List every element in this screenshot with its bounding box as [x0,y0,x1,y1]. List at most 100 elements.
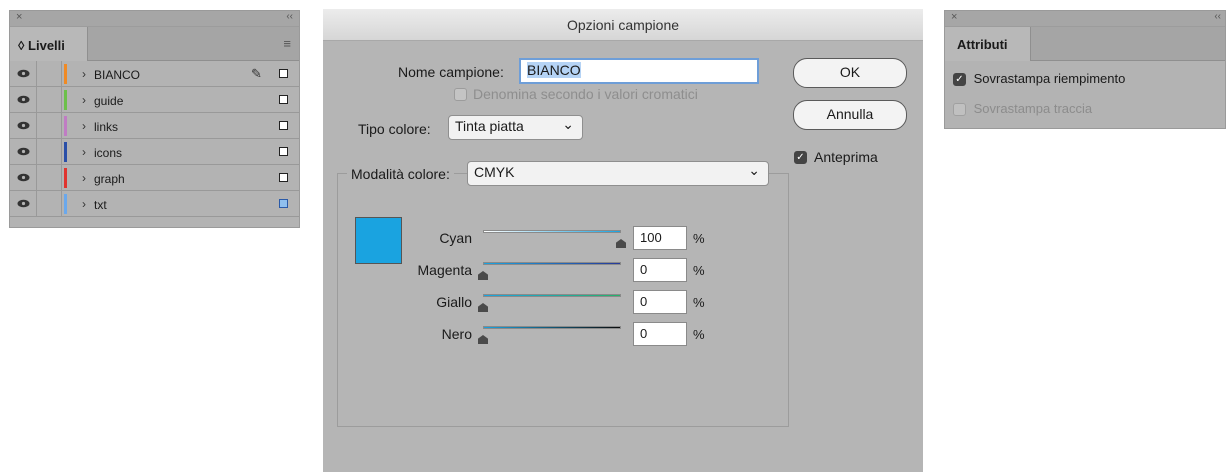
layer-row[interactable]: › guide [10,87,299,113]
expand-layer-icon[interactable]: › [82,93,86,107]
expand-layer-icon[interactable]: › [82,145,86,159]
layer-color-swatch [64,168,67,188]
slider-track[interactable] [483,230,621,233]
lock-toggle[interactable] [37,113,62,138]
preview-checkbox[interactable]: ✓ [794,149,807,167]
layer-target-square[interactable] [279,173,288,182]
slider-label: Nero [441,326,472,342]
cancel-button[interactable]: Annulla [793,100,907,130]
layers-tab-row: ◊ Livelli ≡ [10,27,299,61]
lock-toggle[interactable] [37,61,62,86]
overprint-fill-row[interactable]: ✓ Sovrastampa riempimento [953,71,1126,87]
preview-label: Anteprima [814,149,878,165]
layer-row[interactable]: › txt [10,191,299,217]
color-type-label: Tipo colore: [358,121,431,137]
pen-icon: ✎ [251,66,262,81]
percent-label: % [693,327,705,342]
color-mode-value: CMYK [474,164,515,180]
attributes-panel-titlebar: × ‹‹ [945,11,1225,27]
expand-layer-icon[interactable]: › [82,119,86,133]
eye-icon [17,95,30,104]
swatch-name-input[interactable]: BIANCO [519,58,759,84]
overprint-stroke-label: Sovrastampa traccia [973,101,1093,116]
close-icon[interactable]: × [951,11,957,23]
slider-label: Magenta [417,262,472,278]
chevron-down-icon: ⌄ [748,162,760,178]
ok-button[interactable]: OK [793,58,907,88]
eye-icon [17,147,30,156]
visibility-toggle[interactable] [10,191,37,216]
overprint-stroke-checkbox [953,103,966,117]
layer-row[interactable]: › BIANCO ✎ [10,61,299,87]
collapse-icon[interactable]: ‹‹ [286,11,293,22]
layer-target-square[interactable] [279,199,288,208]
layer-color-swatch [64,90,67,110]
percent-label: % [693,263,705,278]
expand-layer-icon[interactable]: › [82,197,86,211]
panel-menu-icon[interactable]: ≡ [283,36,291,51]
layer-name[interactable]: guide [94,94,123,108]
lock-toggle[interactable] [37,87,62,112]
swatch-name-label: Nome campione: [398,64,504,80]
lock-toggle[interactable] [37,191,62,216]
slider-track[interactable] [483,262,621,265]
close-icon[interactable]: × [16,11,22,23]
percent-label: % [693,231,705,246]
layer-name[interactable]: icons [94,146,122,160]
slider-value-field[interactable]: 0 [633,322,687,346]
slider-value-field[interactable]: 100 [633,226,687,250]
layer-target-square[interactable] [279,121,288,130]
slider-label: Cyan [439,230,472,246]
eye-icon [17,69,30,78]
visibility-toggle[interactable] [10,61,37,86]
visibility-toggle[interactable] [10,165,37,190]
layer-target-square[interactable] [279,95,288,104]
chevron-down-icon: ⌄ [562,116,574,132]
dialog-title: Opzioni campione [323,9,923,41]
layer-color-swatch [64,64,67,84]
color-mode-select[interactable]: CMYK ⌄ [467,161,769,186]
expand-layer-icon[interactable]: › [82,171,86,185]
layer-list: › BIANCO ✎ › guide › links › icons › graph › txt [10,61,299,217]
layer-color-swatch [64,116,67,136]
slider-label: Giallo [436,294,472,310]
swatch-options-dialog: Opzioni campione Nome campione: BIANCO D… [323,9,923,472]
overprint-fill-label: Sovrastampa riempimento [973,71,1126,86]
visibility-toggle[interactable] [10,139,37,164]
layers-panel: × ‹‹ ◊ Livelli ≡ › BIANCO ✎ › guide › links › ic… [9,10,300,228]
tab-layers[interactable]: ◊ Livelli [10,27,88,61]
name-by-value-label: Denomina secondo i valori cromatici [473,86,698,102]
slider-value-field[interactable]: 0 [633,258,687,282]
layer-row[interactable]: › graph [10,165,299,191]
layer-name[interactable]: txt [94,198,107,212]
collapse-icon[interactable]: ‹‹ [1214,11,1221,22]
layers-panel-titlebar: × ‹‹ [10,11,299,27]
layer-name[interactable]: BIANCO [94,68,140,82]
swatch-name-value: BIANCO [527,62,581,78]
attributes-panel: × ‹‹ Attributi ✓ Sovrastampa riempimento… [944,10,1226,129]
percent-label: % [693,295,705,310]
expand-layer-icon[interactable]: › [82,67,86,81]
slider-track[interactable] [483,294,621,297]
tab-attributes[interactable]: Attributi [945,27,1031,61]
color-type-select[interactable]: Tinta piatta ⌄ [448,115,583,140]
layer-target-square[interactable] [279,147,288,156]
visibility-toggle[interactable] [10,113,37,138]
overprint-fill-checkbox[interactable]: ✓ [953,73,966,87]
slider-track[interactable] [483,326,621,329]
layer-target-square[interactable] [279,69,288,78]
color-mode-label: Modalità colore: [347,166,454,182]
attributes-tab-row: Attributi [945,27,1225,61]
overprint-stroke-row: Sovrastampa traccia [953,101,1093,117]
layer-row[interactable]: › icons [10,139,299,165]
lock-toggle[interactable] [37,139,62,164]
eye-icon [17,173,30,182]
layer-name[interactable]: graph [94,172,125,186]
layer-name[interactable]: links [94,120,118,134]
layer-row[interactable]: › links [10,113,299,139]
slider-value-field[interactable]: 0 [633,290,687,314]
lock-toggle[interactable] [37,165,62,190]
eye-icon [17,121,30,130]
eye-icon [17,199,30,208]
visibility-toggle[interactable] [10,87,37,112]
